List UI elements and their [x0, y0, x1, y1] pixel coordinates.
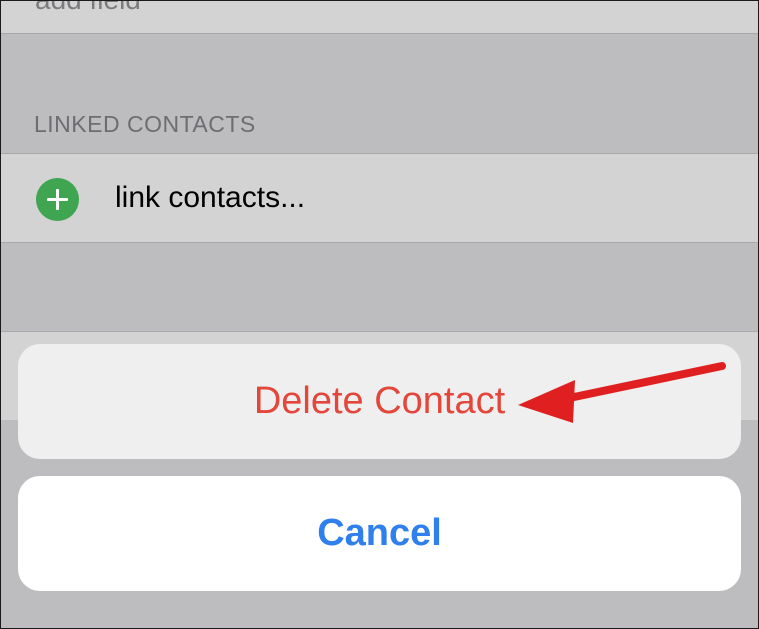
- cancel-label: Cancel: [317, 512, 442, 554]
- link-contacts-label: link contacts...: [115, 181, 306, 214]
- add-field-row[interactable]: add field: [0, 0, 759, 34]
- linked-contacts-header: LINKED CONTACTS: [34, 111, 256, 137]
- link-contacts-row[interactable]: link contacts...: [0, 153, 759, 243]
- add-circle-icon[interactable]: [36, 178, 79, 221]
- add-field-label: add field: [35, 0, 141, 16]
- cancel-button[interactable]: Cancel: [18, 476, 741, 591]
- delete-contact-button[interactable]: Delete Contact: [18, 344, 741, 459]
- delete-contact-label: Delete Contact: [253, 380, 506, 422]
